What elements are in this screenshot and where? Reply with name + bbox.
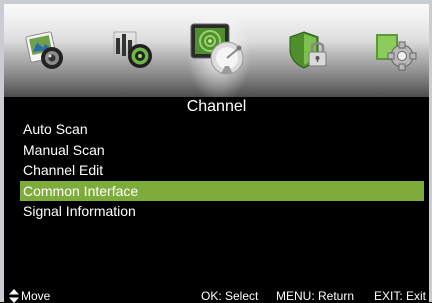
menu-item-common-interface[interactable]: Common Interface xyxy=(20,180,424,201)
hint-exit: EXIT: Exit xyxy=(374,289,427,303)
menu-icon-bar xyxy=(4,4,429,97)
sound-icon[interactable] xyxy=(112,28,156,72)
channel-icon[interactable] xyxy=(187,18,251,82)
lock-icon[interactable] xyxy=(288,28,332,72)
tv-frame: Channel Auto Scan Manual Scan Channel Ed… xyxy=(0,0,432,303)
menu-list: Auto Scan Manual Scan Channel Edit Commo… xyxy=(20,119,424,222)
hint-return: MENU: Return xyxy=(276,289,355,303)
menu-item-signal-information[interactable]: Signal Information xyxy=(20,201,424,222)
hint-move: Move xyxy=(21,289,51,303)
menu-item-auto-scan[interactable]: Auto Scan xyxy=(20,119,424,140)
osd-screen: Channel Auto Scan Manual Scan Channel Ed… xyxy=(4,4,429,303)
picture-icon[interactable] xyxy=(24,28,68,72)
menu-item-channel-edit[interactable]: Channel Edit xyxy=(20,160,424,181)
menu-title: Channel xyxy=(4,97,429,117)
setup-icon[interactable] xyxy=(374,28,418,72)
hint-select: OK: Select xyxy=(201,289,259,303)
footer-hints: Move OK: Select MENU: Return EXIT: Exit xyxy=(4,289,429,303)
up-down-arrows-icon xyxy=(9,289,19,303)
menu-item-manual-scan[interactable]: Manual Scan xyxy=(20,140,424,161)
